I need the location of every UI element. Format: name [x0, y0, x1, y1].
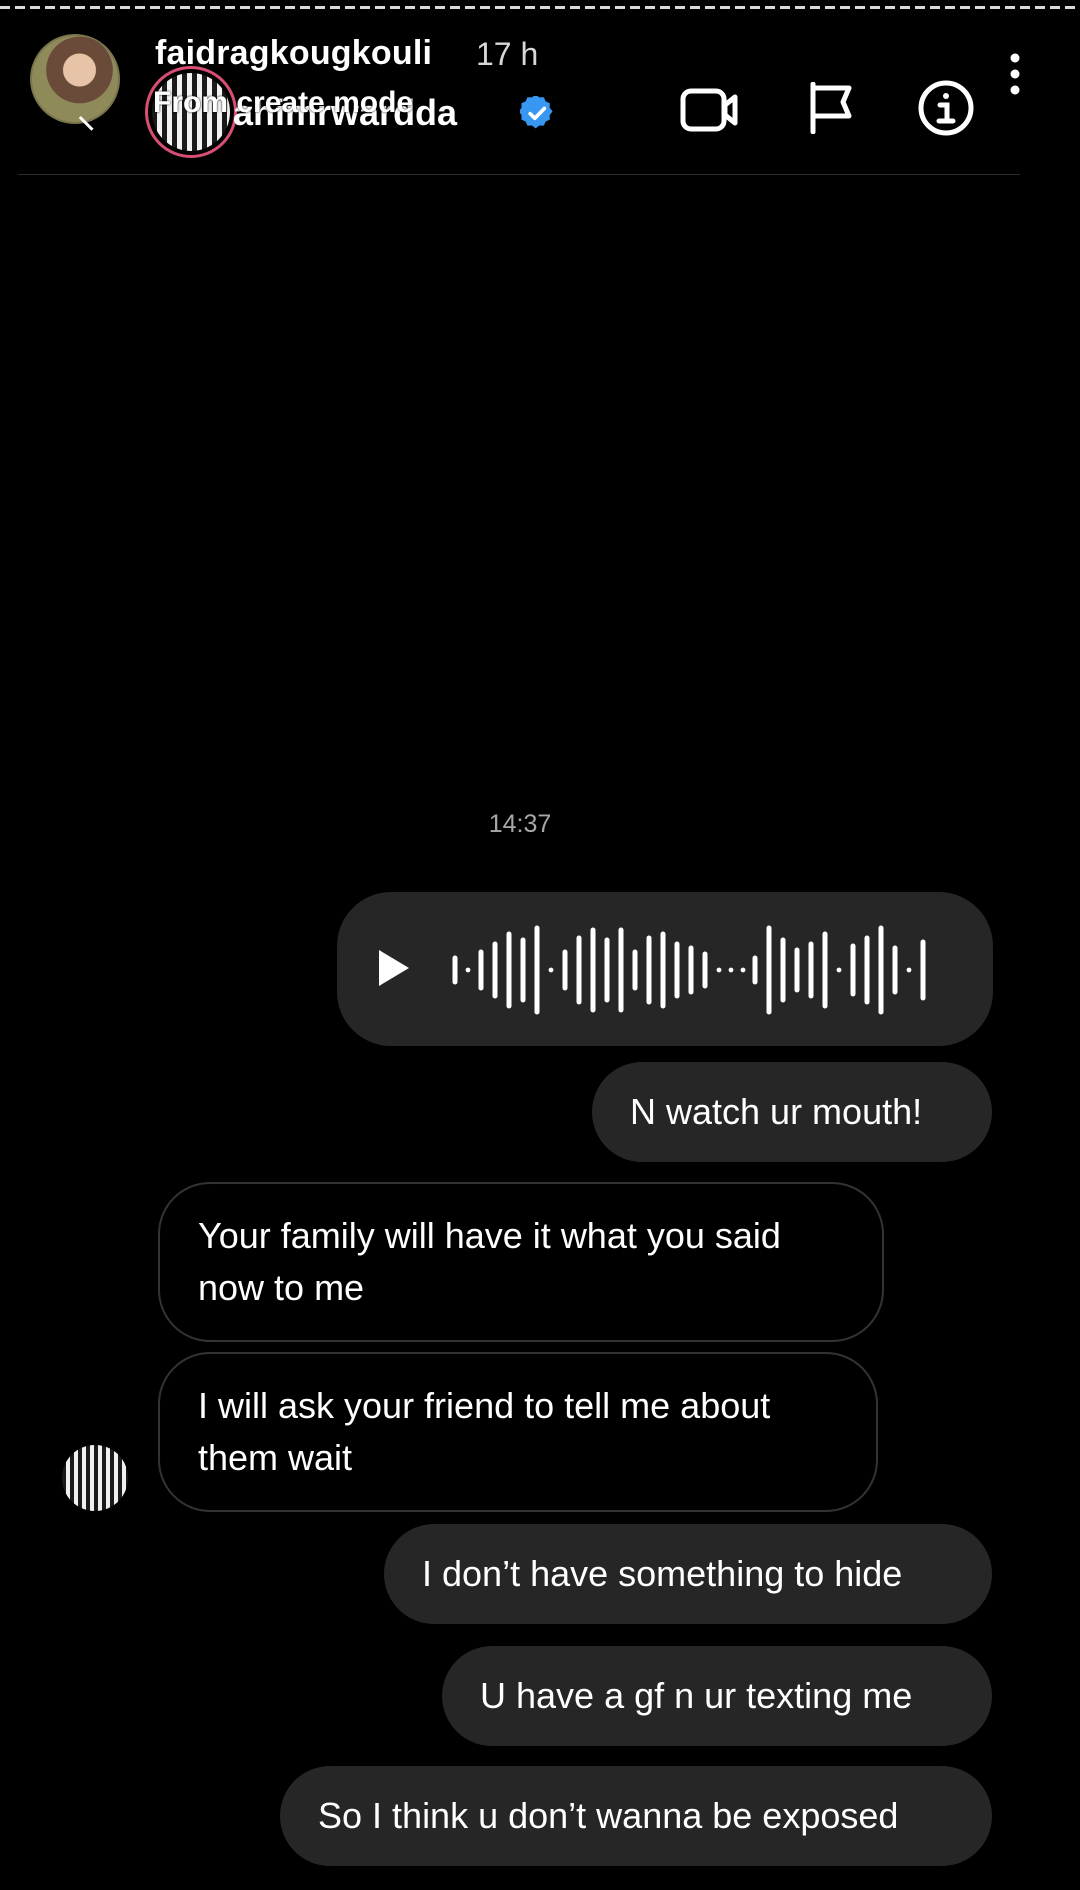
- voice-message[interactable]: [337, 892, 993, 1046]
- create-mode-label: From create mode: [153, 86, 414, 119]
- more-options-icon[interactable]: [1000, 50, 1030, 98]
- message-outgoing[interactable]: N watch ur mouth!: [592, 1062, 992, 1162]
- message-outgoing[interactable]: U have a gf n ur texting me: [442, 1646, 992, 1746]
- story-progress-bar: [0, 6, 1080, 9]
- message-text: So I think u don’t wanna be exposed: [318, 1795, 899, 1836]
- waveform-icon: [452, 925, 926, 1015]
- message-timestamp: 14:37: [488, 810, 552, 838]
- message-outgoing[interactable]: I don’t have something to hide: [384, 1524, 992, 1624]
- profile-avatar[interactable]: [30, 34, 120, 124]
- message-incoming[interactable]: Your family will have it what you said n…: [158, 1182, 884, 1342]
- story-time: 17 h: [476, 36, 539, 72]
- header-divider: [18, 174, 1020, 175]
- play-icon[interactable]: [379, 950, 409, 986]
- message-text: N watch ur mouth!: [630, 1091, 923, 1132]
- report-flag-icon[interactable]: [800, 78, 860, 138]
- sender-avatar[interactable]: [62, 1445, 128, 1511]
- video-call-icon[interactable]: [680, 80, 740, 140]
- message-text: I don’t have something to hide: [422, 1553, 903, 1594]
- verified-badge-icon: [520, 96, 553, 129]
- story-username[interactable]: faidragkougkouli: [155, 34, 432, 73]
- message-text: I will ask your friend to tell me about …: [198, 1385, 771, 1478]
- message-text: Your family will have it what you said n…: [198, 1215, 781, 1308]
- info-icon[interactable]: [916, 78, 976, 138]
- message-incoming[interactable]: I will ask your friend to tell me about …: [158, 1352, 878, 1512]
- message-text: U have a gf n ur texting me: [480, 1675, 913, 1716]
- message-outgoing[interactable]: So I think u don’t wanna be exposed: [280, 1766, 992, 1866]
